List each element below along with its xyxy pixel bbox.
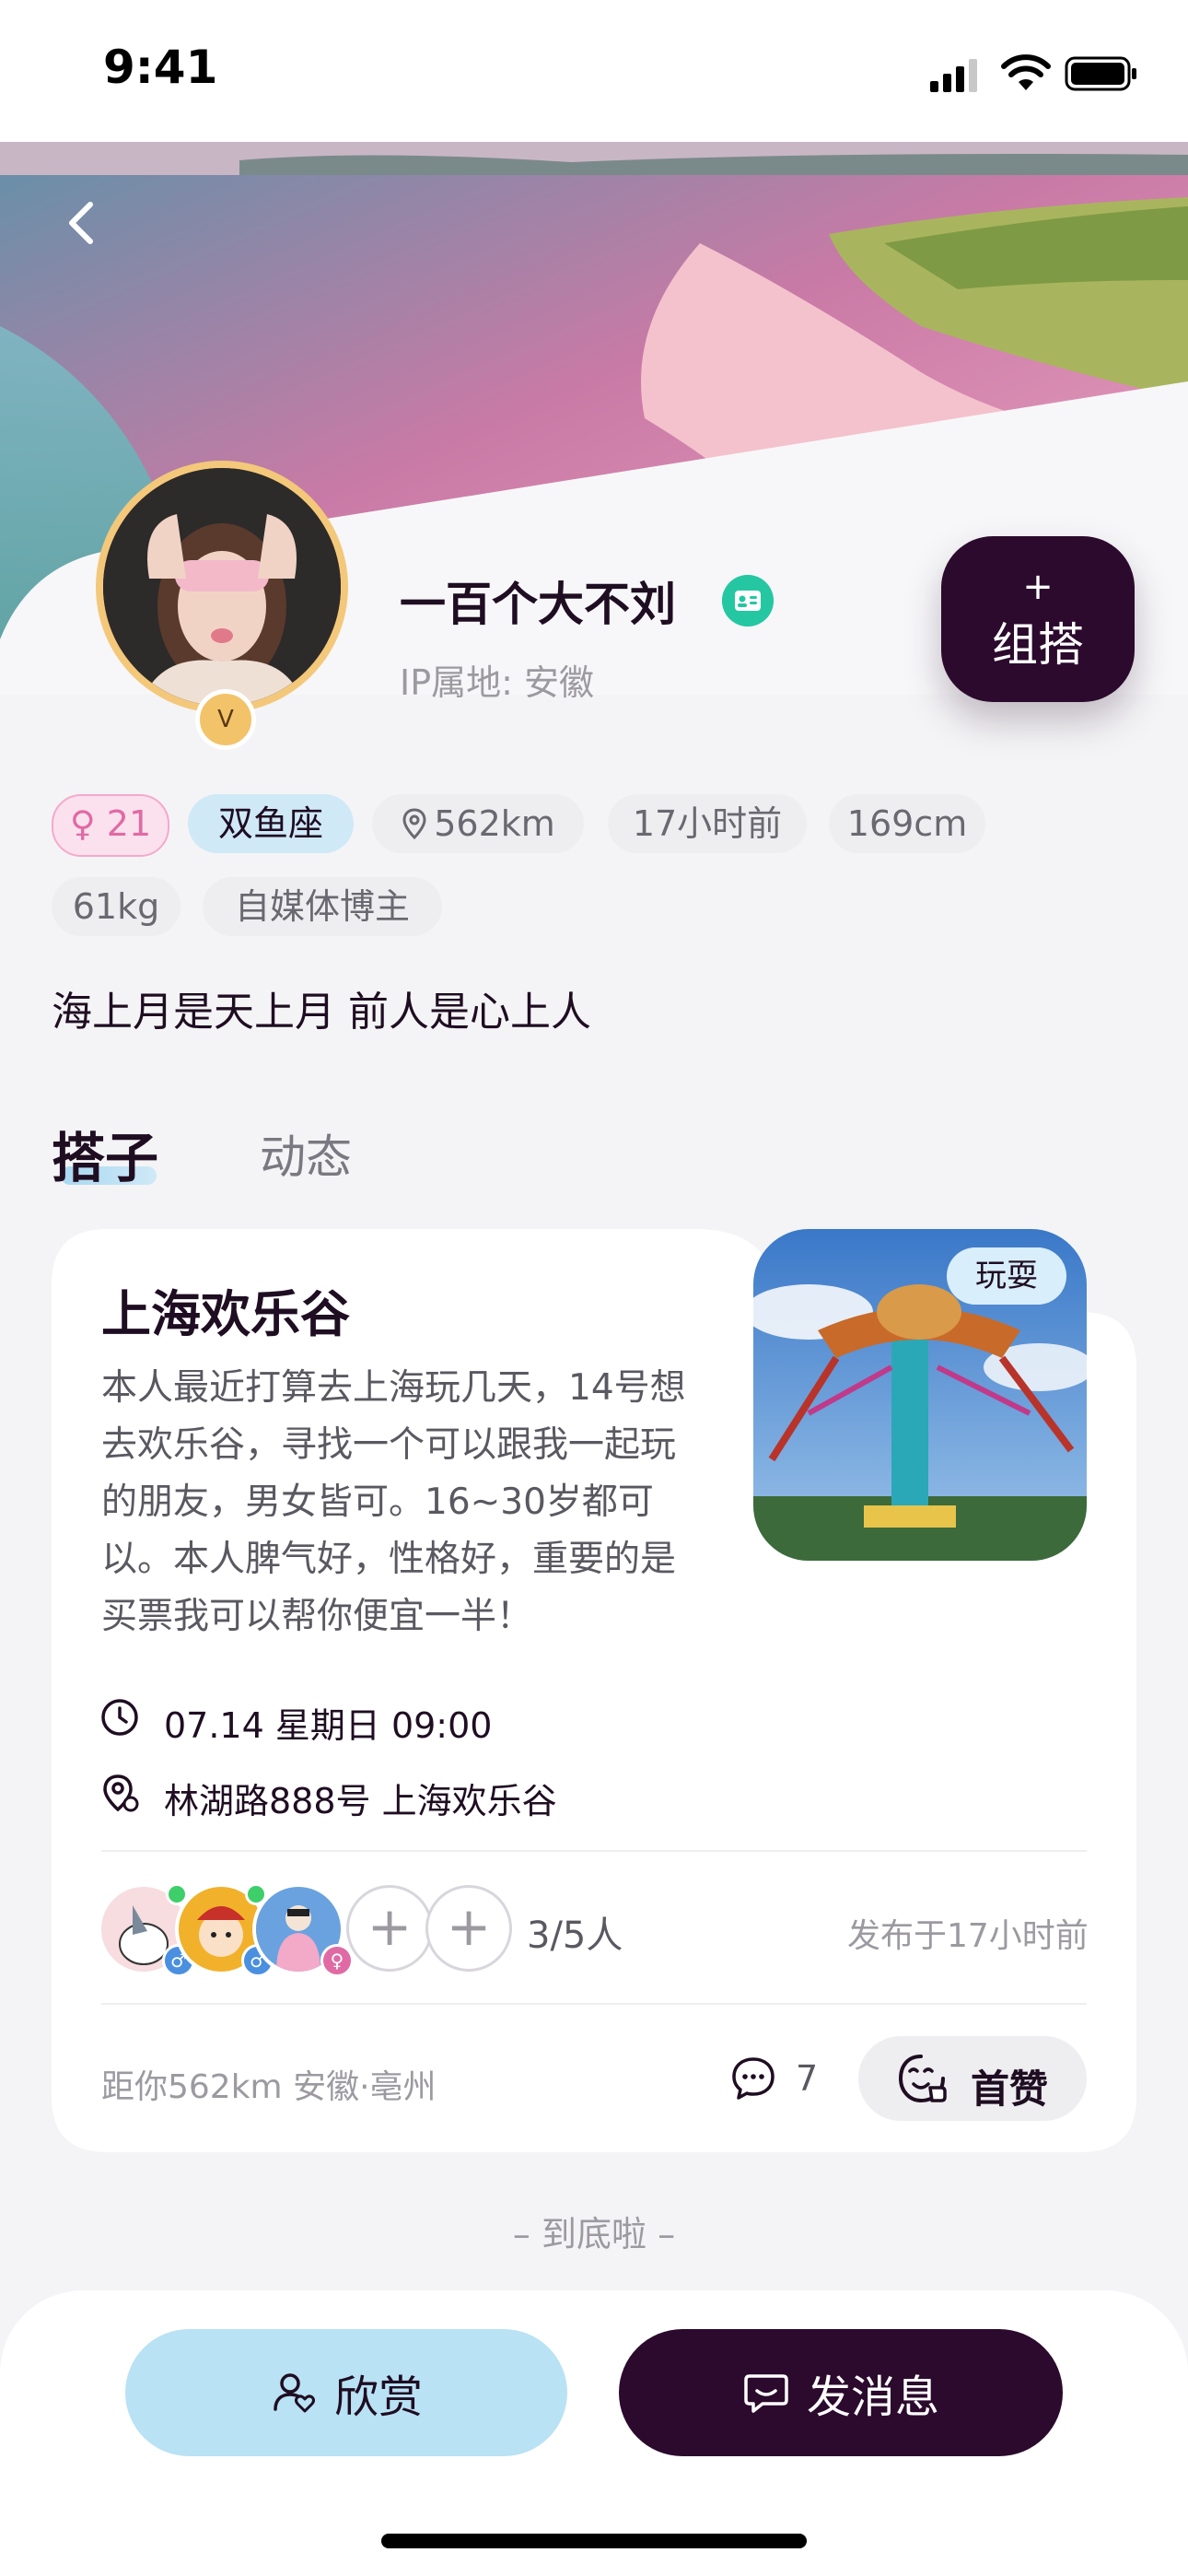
home-indicator bbox=[381, 2534, 807, 2548]
end-of-list-text: – 到底啦 – bbox=[512, 2214, 676, 2254]
comment-icon[interactable] bbox=[729, 2055, 777, 2102]
participant-count: 3/5人 bbox=[527, 1914, 623, 1957]
last-active-tag: 17小时前 bbox=[608, 794, 807, 853]
distance-tag: 562km bbox=[372, 794, 584, 853]
back-icon[interactable] bbox=[55, 195, 111, 251]
post-address: 林湖路888号 上海欢乐谷 bbox=[164, 1781, 557, 1821]
location-icon bbox=[103, 1774, 139, 1812]
ip-location: IP属地: 安徽 bbox=[400, 662, 595, 703]
location-pin-icon bbox=[402, 808, 426, 840]
comment-count: 7 bbox=[796, 2058, 819, 2099]
zodiac-tag: 双鱼座 bbox=[188, 794, 354, 853]
wifi-icon bbox=[1001, 54, 1051, 90]
height-tag: 169cm bbox=[829, 794, 985, 853]
appreciate-label: 欣赏 bbox=[333, 2371, 423, 2423]
message-icon bbox=[744, 2374, 788, 2413]
verified-id-icon bbox=[722, 575, 774, 626]
post-datetime: 07.14 星期日 09:00 bbox=[164, 1705, 493, 1746]
vip-badge: V bbox=[195, 689, 256, 750]
category-badge: 玩耍 bbox=[947, 1247, 1066, 1305]
tab-partner[interactable]: 搭子 bbox=[52, 1115, 158, 1192]
create-group-label: 组搭 bbox=[992, 618, 1084, 672]
profile-name: 一百个大不刘 bbox=[400, 578, 676, 631]
post-title: 上海欢乐谷 bbox=[101, 1285, 350, 1343]
female-icon: ♀ bbox=[320, 1944, 354, 1977]
tab-moments[interactable]: 动态 bbox=[260, 1120, 352, 1187]
status-time: 9:41 bbox=[103, 41, 218, 94]
avatar[interactable] bbox=[103, 468, 341, 706]
add-participant-button[interactable]: + bbox=[425, 1885, 512, 1972]
plus-icon: + bbox=[1022, 566, 1054, 608]
clock-icon bbox=[101, 1699, 138, 1736]
divider bbox=[101, 1850, 1087, 1852]
published-time: 发布于17小时前 bbox=[847, 1917, 1089, 1955]
first-like-label: 首赞 bbox=[971, 2067, 1049, 2112]
distance-value: 562km bbox=[434, 803, 555, 844]
appreciate-button[interactable]: 欣赏 bbox=[125, 2329, 567, 2456]
profile-bio: 海上月是天上月 前人是心上人 bbox=[52, 989, 591, 1036]
battery-icon bbox=[1065, 56, 1136, 91]
add-participant-button[interactable]: + bbox=[346, 1885, 433, 1972]
post-distance-location: 距你562km 安徽·亳州 bbox=[101, 2068, 437, 2106]
signal-icon bbox=[930, 59, 977, 92]
gender-age-tag: ♀ 21 bbox=[52, 794, 169, 857]
occupation-tag: 自媒体博主 bbox=[203, 877, 442, 936]
weight-tag: 61kg bbox=[52, 877, 181, 936]
like-face-icon bbox=[898, 2055, 947, 2103]
post-description: 本人最近打算去上海玩几天，14号想去欢乐谷，寻找一个可以跟我一起玩的朋友，男女皆… bbox=[101, 1367, 686, 1637]
user-heart-icon bbox=[274, 2373, 315, 2413]
send-message-label: 发消息 bbox=[806, 2371, 939, 2423]
divider bbox=[101, 2003, 1087, 2005]
send-message-button[interactable]: 发消息 bbox=[619, 2329, 1063, 2456]
create-group-button[interactable]: + 组搭 bbox=[941, 536, 1135, 702]
